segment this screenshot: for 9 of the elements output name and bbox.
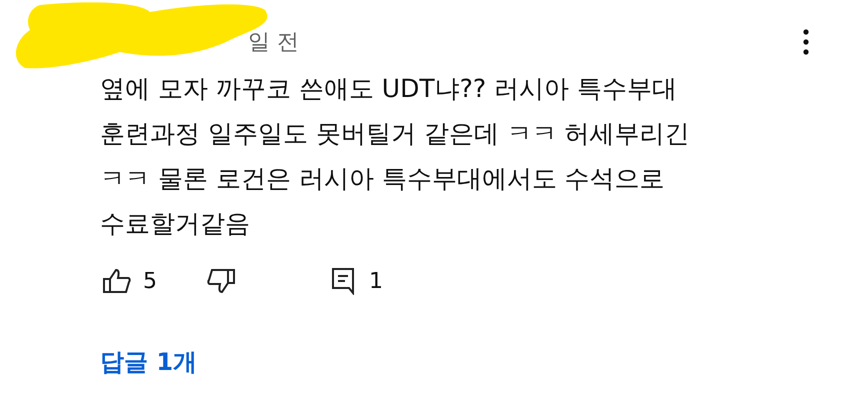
more-options-icon[interactable] [802,29,810,55]
thumbs-up-icon[interactable] [103,268,131,294]
replies-link[interactable]: 답글 1개 [100,346,198,378]
comment-text: 옆에 모자 까꾸코 쓴애도 UDT냐?? 러시아 특수부대 훈련과정 일주일도 못버틸거 같은데 ㅋㅋ 허세부리긴 ㅋㅋ 물론 로건은 러시아 특수부대에서도 수석으로 수료할거같음 [100,73,691,240]
reply-icon[interactable] [331,267,357,295]
reply-count: 1 [369,268,383,294]
comment-time: 일 전 [248,29,299,57]
thumbs-down-icon[interactable] [207,268,235,294]
like-count: 5 [143,268,157,294]
